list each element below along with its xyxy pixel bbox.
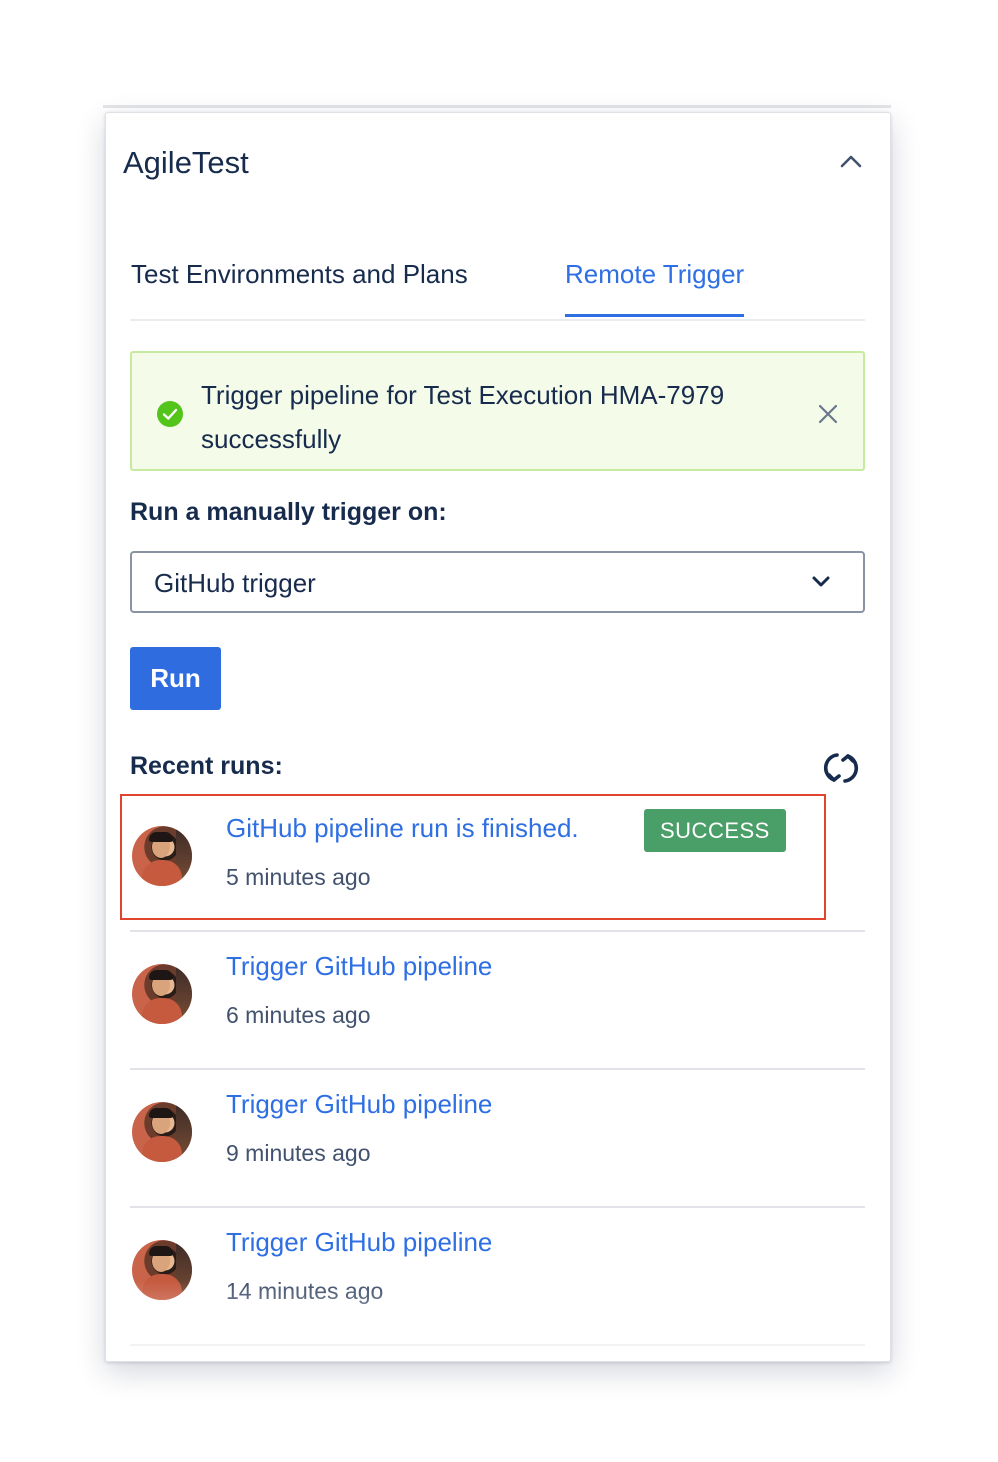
run-time: 6 minutes ago <box>226 1002 371 1028</box>
run-time: 9 minutes ago <box>226 1140 371 1166</box>
alert-message: Trigger pipeline for Test Execution HMA-… <box>201 380 725 454</box>
check-circle-icon <box>157 401 183 427</box>
panel-top-edge <box>103 105 891 108</box>
chevron-up-icon[interactable] <box>836 147 866 177</box>
avatar <box>132 964 192 1024</box>
tab-remote-trigger[interactable]: Remote Trigger <box>565 259 745 317</box>
run-time: 5 minutes ago <box>226 864 371 890</box>
panel-title: AgileTest <box>123 145 249 180</box>
run-title-link[interactable]: Trigger GitHub pipeline <box>226 1089 492 1120</box>
trigger-label: Run a manually trigger on: <box>130 498 447 526</box>
status-badge: SUCCESS <box>644 809 786 852</box>
avatar <box>132 1240 192 1300</box>
recent-run-item: Trigger GitHub pipeline 6 minutes ago <box>130 930 865 1070</box>
avatar <box>132 826 192 886</box>
run-button[interactable]: Run <box>130 647 221 710</box>
close-icon[interactable] <box>817 403 839 425</box>
recent-run-item: Trigger GitHub pipeline 14 minutes ago <box>130 1206 865 1346</box>
run-time: 14 minutes ago <box>226 1278 384 1304</box>
run-title-link[interactable]: Trigger GitHub pipeline <box>226 951 492 982</box>
trigger-select[interactable]: GitHub trigger <box>130 551 865 613</box>
chevron-down-icon <box>812 576 830 587</box>
trigger-select-value: GitHub trigger <box>154 568 316 598</box>
run-title-link[interactable]: GitHub pipeline run is finished. <box>226 813 579 844</box>
success-alert: Trigger pipeline for Test Execution HMA-… <box>130 351 865 471</box>
recent-run-item: GitHub pipeline run is finished. SUCCESS… <box>130 792 865 932</box>
tab-bar: Test Environments and Plans Remote Trigg… <box>130 253 865 321</box>
run-title-link[interactable]: Trigger GitHub pipeline <box>226 1227 492 1258</box>
recent-run-item: Trigger GitHub pipeline 9 minutes ago <box>130 1068 865 1208</box>
avatar <box>132 1102 192 1162</box>
refresh-icon[interactable] <box>822 749 860 787</box>
tab-test-environments[interactable]: Test Environments and Plans <box>131 259 468 314</box>
agiletest-panel: AgileTest Test Environments and Plans Re… <box>105 112 891 1362</box>
recent-runs-label: Recent runs: <box>130 752 283 780</box>
